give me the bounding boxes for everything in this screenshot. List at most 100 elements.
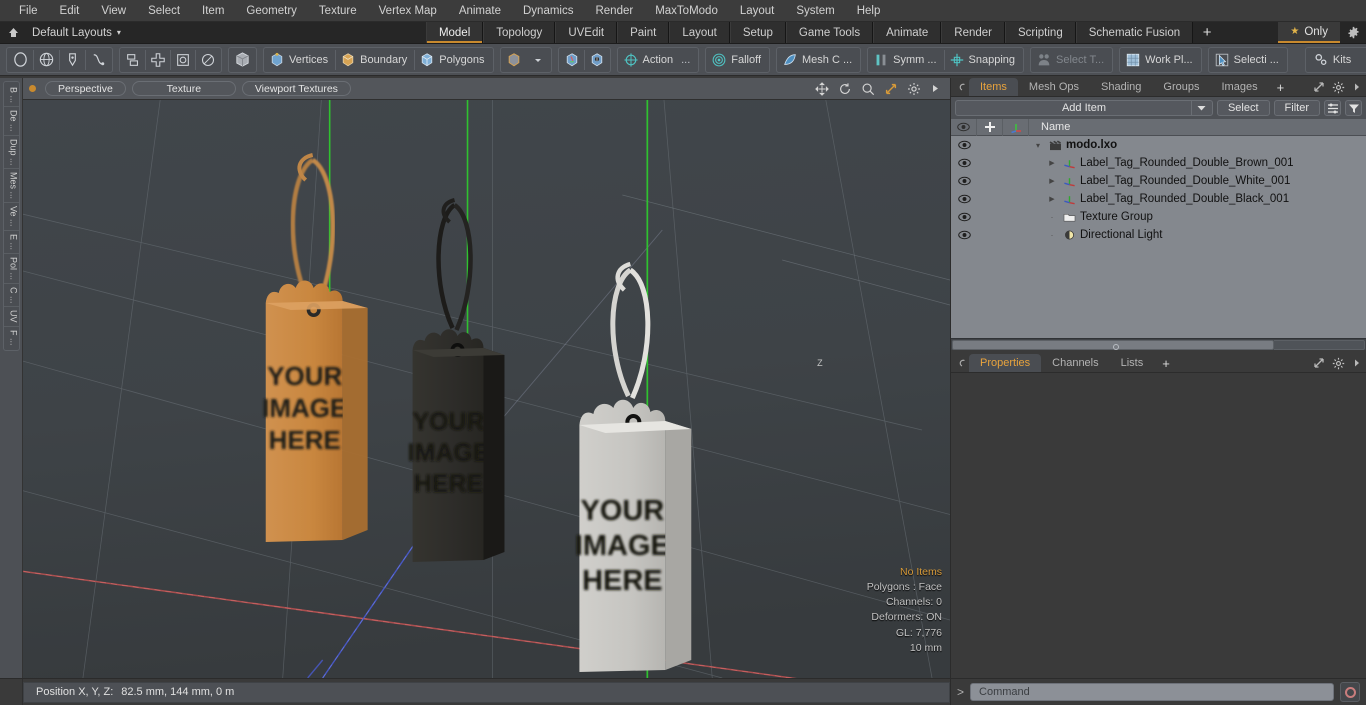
- vtab-deform[interactable]: De ...: [3, 107, 19, 136]
- gear-icon[interactable]: [907, 82, 921, 96]
- tab-game-tools[interactable]: Game Tools: [785, 22, 874, 43]
- tab-items[interactable]: Items: [969, 78, 1018, 96]
- eye-icon[interactable]: [951, 176, 977, 186]
- tab-animate[interactable]: Animate: [873, 22, 942, 43]
- expander-icon[interactable]: ▶: [1045, 177, 1059, 185]
- menu-geometry[interactable]: Geometry: [235, 0, 308, 22]
- list-item[interactable]: ▶ Label_Tag_Rounded_Double_Brown_001: [951, 154, 1366, 172]
- stack-icon[interactable]: [121, 48, 145, 72]
- vtab-edge[interactable]: E ...: [3, 231, 19, 254]
- vtab-curve[interactable]: C ...: [3, 284, 19, 308]
- tab-lists[interactable]: Lists: [1110, 354, 1155, 372]
- menu-file[interactable]: File: [8, 0, 49, 22]
- tab-uvedit[interactable]: UVEdit: [555, 22, 618, 43]
- eye-icon[interactable]: [951, 194, 977, 204]
- pen-icon[interactable]: [60, 48, 85, 72]
- tab-mesh-ops[interactable]: Mesh Ops: [1018, 78, 1090, 96]
- menu-layout[interactable]: Layout: [729, 0, 786, 22]
- menu-select[interactable]: Select: [137, 0, 191, 22]
- fit-icon[interactable]: [884, 82, 898, 96]
- viewport-texture-mode-dropdown[interactable]: Viewport Textures: [241, 81, 351, 96]
- pan-icon[interactable]: [815, 81, 829, 96]
- eye-icon[interactable]: [951, 212, 977, 222]
- tab-schematic-fusion[interactable]: Schematic Fusion: [1075, 22, 1194, 43]
- menu-dynamics[interactable]: Dynamics: [512, 0, 584, 22]
- expand-icon[interactable]: [1313, 357, 1325, 369]
- viewport-shading-mode-dropdown[interactable]: Texture: [131, 81, 236, 96]
- snapping-button[interactable]: Snapping: [945, 48, 1023, 72]
- item-cube-icon[interactable]: [502, 48, 526, 72]
- chevron-right-icon[interactable]: [1352, 358, 1361, 368]
- select-button[interactable]: Select: [1216, 100, 1270, 116]
- eye-icon[interactable]: [951, 230, 977, 240]
- selection-set-button[interactable]: Selecti ...: [1210, 48, 1286, 72]
- menu-animate[interactable]: Animate: [448, 0, 512, 22]
- filter-button[interactable]: Filter: [1273, 100, 1320, 116]
- polygons-mode-button[interactable]: Polygons: [415, 48, 491, 72]
- panel-menu-dot-icon[interactable]: [955, 354, 969, 372]
- only-toggle-button[interactable]: ★ Only: [1278, 22, 1340, 43]
- expand-icon[interactable]: [1313, 81, 1325, 93]
- gear-icon[interactable]: [1332, 81, 1345, 94]
- ellipse-icon[interactable]: [8, 48, 33, 72]
- vtab-basic[interactable]: B ...: [3, 84, 19, 108]
- expander-icon[interactable]: ▶: [1045, 195, 1059, 203]
- tab-groups[interactable]: Groups: [1152, 78, 1210, 96]
- list-item[interactable]: ▾ modo.lxo: [951, 136, 1366, 154]
- tab-layout[interactable]: Layout: [669, 22, 730, 43]
- viewport-active-dot[interactable]: [29, 85, 36, 92]
- vtab-duplicate[interactable]: Dup ...: [3, 136, 19, 170]
- vtab-polygon[interactable]: Pol ...: [3, 254, 19, 284]
- tab-scripting[interactable]: Scripting: [1004, 22, 1076, 43]
- vtab-vertex[interactable]: Ve ...: [3, 203, 19, 231]
- eye-icon[interactable]: [951, 140, 977, 150]
- boundary-mode-button[interactable]: Boundary: [336, 48, 414, 72]
- tab-paint[interactable]: Paint: [617, 22, 670, 43]
- list-item[interactable]: · Texture Group: [951, 208, 1366, 226]
- eye-icon[interactable]: [951, 158, 977, 168]
- action-center-button[interactable]: Action ...: [619, 48, 698, 72]
- gear-icon[interactable]: [1340, 22, 1366, 43]
- vtab-uv[interactable]: UV: [3, 307, 19, 327]
- record-icon[interactable]: [1340, 682, 1360, 702]
- chevron-right-icon[interactable]: [1352, 82, 1361, 92]
- paint-b-icon[interactable]: [585, 48, 609, 72]
- symmetry-button[interactable]: Symm ...: [869, 48, 943, 72]
- menu-system[interactable]: System: [785, 0, 845, 22]
- add-item-dropdown[interactable]: Add Item: [955, 100, 1213, 116]
- tab-images[interactable]: Images: [1211, 78, 1269, 96]
- plus-icon[interactable]: [977, 118, 1003, 136]
- tab-properties[interactable]: Properties: [969, 354, 1042, 372]
- move-icon[interactable]: [146, 48, 170, 72]
- curve-icon[interactable]: [86, 48, 111, 72]
- 3d-viewport[interactable]: Z YOUR IMAGE HERE YOUR IMAGE HERE YOUR I…: [23, 100, 950, 678]
- funnel-icon[interactable]: [1345, 100, 1362, 116]
- home-icon[interactable]: [0, 22, 26, 43]
- tab-render[interactable]: Render: [941, 22, 1005, 43]
- scale-icon[interactable]: [171, 48, 195, 72]
- gear-icon[interactable]: [1332, 357, 1345, 370]
- items-list[interactable]: ▾ modo.lxo ▶ Label_Tag_Rounded_Double_Br…: [951, 136, 1366, 338]
- falloff-button[interactable]: Falloff: [707, 48, 768, 72]
- menu-item[interactable]: Item: [191, 0, 235, 22]
- list-options-icon[interactable]: [1324, 100, 1341, 116]
- expander-icon[interactable]: ▶: [1045, 159, 1059, 167]
- select-through-button[interactable]: Select T...: [1032, 48, 1111, 72]
- chevron-down-icon[interactable]: [526, 48, 550, 72]
- tab-setup[interactable]: Setup: [729, 22, 786, 43]
- add-panel-tab-button[interactable]: +: [1269, 78, 1293, 96]
- kits-button[interactable]: Kits: [1307, 48, 1366, 72]
- cube-icon[interactable]: [230, 48, 255, 72]
- list-item[interactable]: · Directional Light: [951, 226, 1366, 244]
- command-input[interactable]: Command: [970, 683, 1334, 701]
- work-plane-button[interactable]: Work Pl...: [1121, 48, 1199, 72]
- tab-topology[interactable]: Topology: [483, 22, 556, 43]
- eye-icon[interactable]: [951, 118, 977, 136]
- tab-channels[interactable]: Channels: [1041, 354, 1109, 372]
- tab-model[interactable]: Model: [425, 22, 484, 43]
- scrollbar-track[interactable]: [1274, 339, 1365, 350]
- menu-render[interactable]: Render: [584, 0, 644, 22]
- menu-view[interactable]: View: [90, 0, 137, 22]
- viewport-view-mode-dropdown[interactable]: Perspective: [45, 81, 126, 96]
- menu-texture[interactable]: Texture: [308, 0, 368, 22]
